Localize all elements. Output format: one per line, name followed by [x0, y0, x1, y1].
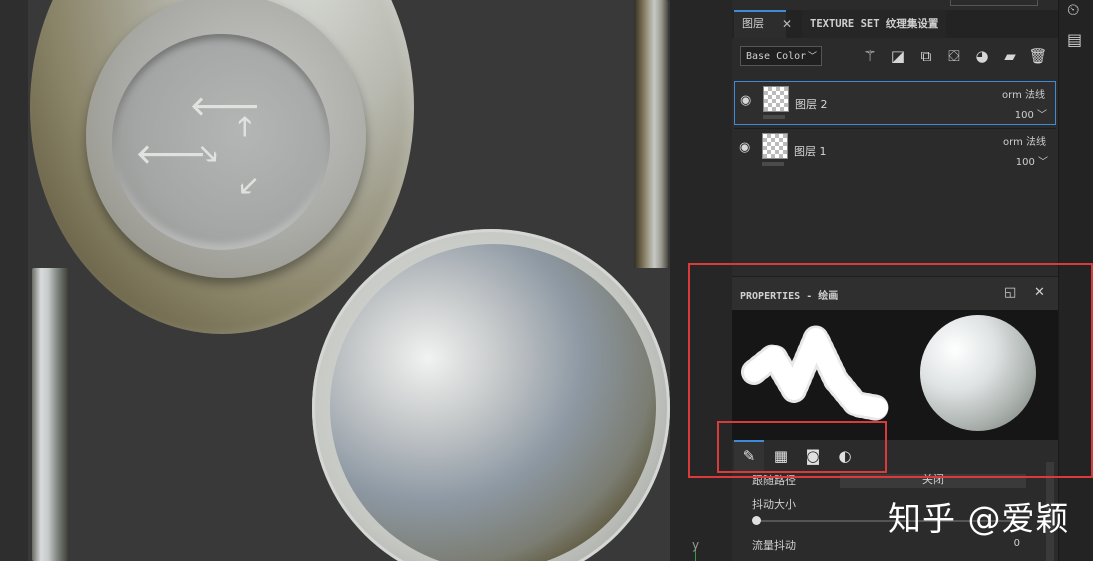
- mask-icon[interactable]: ◪: [888, 46, 908, 66]
- chevron-down-icon: ﹀: [807, 52, 817, 62]
- arrow-left-emboss: 🡐: [136, 140, 206, 170]
- channel-select-value: Base Color: [746, 51, 807, 62]
- jitter-size-label: 抖动大小: [752, 498, 796, 511]
- layer-thumbnail: [762, 133, 788, 159]
- tab-layers-label: 图层: [742, 17, 764, 30]
- log-icon[interactable]: ▤: [1067, 30, 1082, 49]
- layer-opacity-value: 100: [1015, 157, 1035, 168]
- eye-icon[interactable]: ◉: [740, 93, 751, 108]
- arrow-down-right-emboss: 🡖: [200, 140, 218, 170]
- layer-row[interactable]: ◉ 图层 2 orm 法线 100 ﹀: [734, 81, 1056, 125]
- channel-select[interactable]: Base Color ﹀: [740, 46, 822, 66]
- panel-tabs: 图层 ✕ TEXTURE SET 纹理集设置: [732, 10, 1058, 38]
- eye-icon[interactable]: ◉: [739, 140, 750, 155]
- layer-opacity[interactable]: 100 ﹀: [1015, 106, 1047, 121]
- 3d-viewport[interactable]: 🡐 🡑 🡐 🡖 🡗: [0, 0, 670, 561]
- layer-name: 图层 1: [794, 145, 827, 158]
- layer-blend-mode[interactable]: orm 法线: [1003, 133, 1046, 148]
- layer-thumbnail: [763, 86, 789, 112]
- bevel-strip-left: [32, 268, 68, 561]
- arrow-up-emboss: 🡑: [238, 112, 252, 142]
- layer-row[interactable]: ◉ 图层 1 orm 法线 100 ﹀: [734, 128, 1056, 172]
- layer-opacity[interactable]: 100 ﹀: [1016, 153, 1048, 168]
- layer-blend-mode[interactable]: orm 法线: [1002, 86, 1045, 101]
- axis-gizmo-label: y: [692, 538, 700, 552]
- highlight-box-tabs: [717, 421, 887, 473]
- bevel-strip-right: [634, 0, 668, 268]
- layer-name: 图层 2: [795, 98, 828, 111]
- arrow-down-left-emboss: 🡗: [240, 172, 258, 202]
- top-field-edge: [950, 0, 1038, 6]
- effect-icon[interactable]: ◕: [972, 46, 992, 66]
- add-layer-icon[interactable]: ⧉: [916, 46, 936, 66]
- magic-wand-icon[interactable]: ⚚: [860, 46, 880, 66]
- plate-front-render: [330, 244, 656, 561]
- tab-layers[interactable]: 图层 ✕: [734, 10, 792, 38]
- jitter-size-slider-handle[interactable]: [752, 516, 761, 525]
- folder-icon[interactable]: ▰: [1000, 46, 1020, 66]
- watermark: 知乎 @爱颖: [888, 499, 1070, 538]
- flow-jitter-label: 流量抖动: [752, 539, 796, 552]
- close-icon[interactable]: ✕: [782, 12, 792, 36]
- layer-opacity-value: 100: [1014, 110, 1034, 121]
- layers-toolbar: Base Color ﹀ ⚚ ◪ ⧉ ⛋ ◕ ▰ 🗑: [732, 38, 1058, 78]
- layer-thumbnail-bar: [762, 162, 784, 166]
- layer-thumbnail-bar: [763, 115, 785, 119]
- tab-texture-set[interactable]: TEXTURE SET 纹理集设置: [802, 10, 947, 38]
- plate-back-inner: 🡐 🡑 🡐 🡖 🡗: [112, 34, 330, 250]
- history-icon[interactable]: ⏲: [1067, 0, 1079, 20]
- viewport-left-margin: [0, 0, 28, 561]
- fill-layer-icon[interactable]: ⛋: [944, 46, 964, 66]
- delete-icon[interactable]: 🗑: [1028, 46, 1048, 66]
